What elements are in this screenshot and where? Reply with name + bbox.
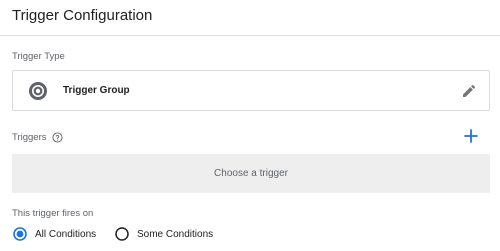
- plus-icon[interactable]: [462, 127, 480, 145]
- panel-title: Trigger Configuration: [12, 7, 153, 24]
- fires-on-label: This trigger fires on: [12, 208, 94, 219]
- radio-all-conditions[interactable]: All Conditions: [13, 227, 96, 241]
- radio-unselected-icon: [115, 227, 129, 241]
- trigger-type-label: Trigger Type: [12, 51, 65, 62]
- radio-selected-icon: [13, 227, 27, 241]
- help-icon[interactable]: [51, 132, 63, 143]
- triggers-label: Triggers: [12, 132, 47, 143]
- trigger-type-name: Trigger Group: [63, 85, 130, 96]
- radio-all-conditions-label: All Conditions: [35, 228, 97, 240]
- trigger-group-icon: [29, 82, 47, 100]
- radio-some-conditions-label: Some Conditions: [137, 228, 214, 240]
- pencil-icon[interactable]: [461, 83, 477, 99]
- trigger-type-card[interactable]: Trigger Group: [12, 70, 490, 111]
- choose-trigger-button[interactable]: Choose a trigger: [12, 154, 490, 193]
- triggers-label-row: Triggers: [12, 132, 63, 143]
- radio-some-conditions[interactable]: Some Conditions: [115, 227, 213, 241]
- panel-header: Trigger Configuration: [0, 0, 500, 36]
